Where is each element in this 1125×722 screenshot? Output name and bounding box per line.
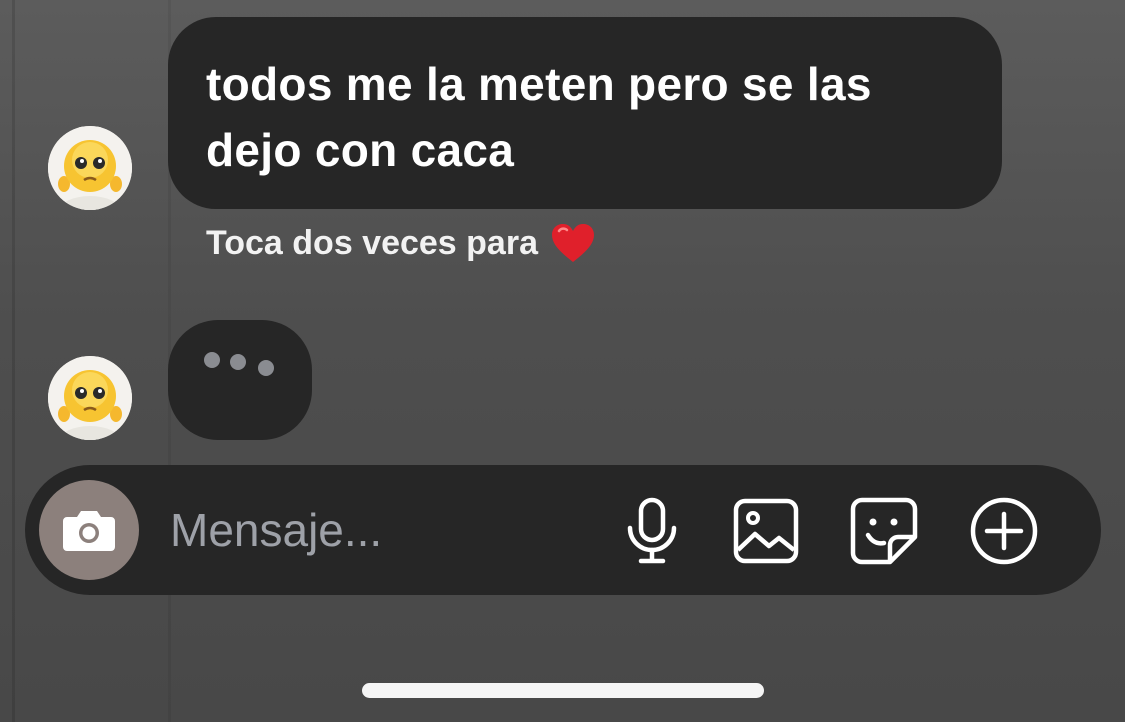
camera-icon: [63, 511, 115, 551]
sticker-button[interactable]: [848, 495, 920, 567]
camera-button[interactable]: [39, 480, 139, 580]
more-button[interactable]: [968, 495, 1040, 567]
microphone-icon: [627, 497, 677, 564]
double-tap-hint: Toca dos veces para: [206, 222, 596, 264]
hint-text: Toca dos veces para: [206, 223, 538, 262]
image-icon: [733, 498, 799, 564]
typing-dot: [204, 352, 220, 368]
message-text: todos me la meten pero se las dejo con c…: [206, 58, 872, 176]
red-heart-icon: [551, 224, 594, 262]
home-indicator[interactable]: [362, 683, 764, 698]
typing-dot: [230, 354, 246, 370]
message-input[interactable]: [170, 499, 570, 561]
plus-circle-icon: [970, 497, 1038, 565]
crying-emoji-avatar-icon: [48, 356, 132, 440]
avatar[interactable]: [48, 126, 132, 210]
typing-indicator: [168, 320, 312, 440]
voice-button[interactable]: [616, 495, 688, 567]
typing-dot: [258, 360, 274, 376]
gallery-button[interactable]: [730, 495, 802, 567]
avatar[interactable]: [48, 356, 132, 440]
message-composer: [25, 465, 1101, 595]
background-texture: [12, 0, 15, 722]
sticker-icon: [850, 497, 918, 565]
message-bubble[interactable]: todos me la meten pero se las dejo con c…: [168, 17, 1002, 209]
crying-emoji-avatar-icon: [48, 126, 132, 210]
